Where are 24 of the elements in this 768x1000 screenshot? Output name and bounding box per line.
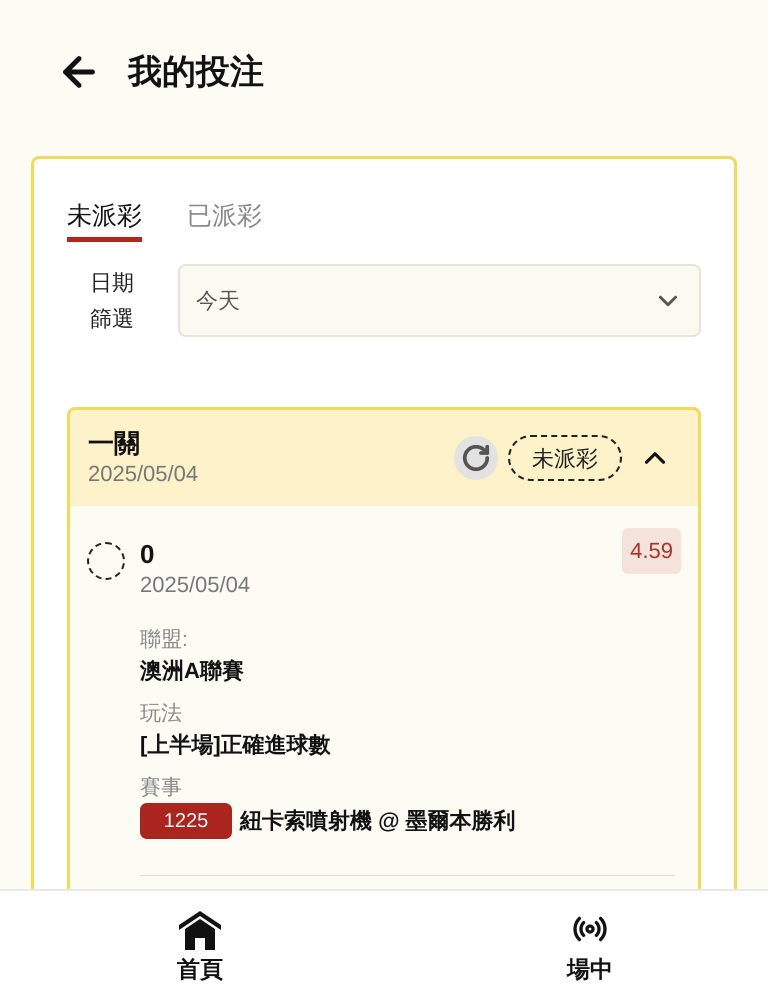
detail-label: 賽事 <box>140 775 182 801</box>
status-badge: 未派彩 <box>508 435 622 481</box>
odds-badge: 4.59 <box>622 528 681 574</box>
detail-value: 澳洲A聯賽 <box>140 657 244 685</box>
nav-item[interactable]: 場中 <box>520 891 660 1000</box>
nav-item[interactable]: 首頁 <box>130 891 270 1000</box>
refresh-button[interactable] <box>454 436 498 480</box>
date-select[interactable]: 今天 <box>178 264 701 337</box>
tab[interactable]: 已派彩 <box>187 199 262 242</box>
pending-status-icon <box>87 542 125 580</box>
tab[interactable]: 未派彩 <box>67 199 142 242</box>
detail-value: 紐卡索噴射機 @ 墨爾本勝利 <box>240 807 516 835</box>
date-filter-label: 日期篩選 <box>89 268 135 332</box>
page-title: 我的投注 <box>128 52 264 92</box>
bet-type-title: 一關 <box>88 427 140 459</box>
selection-date: 2025/05/04 <box>140 571 250 599</box>
home-icon <box>177 908 223 950</box>
detail-label: 聯盟: <box>140 627 188 653</box>
detail-label: 玩法 <box>140 701 182 727</box>
bet-date: 2025/05/04 <box>88 460 198 488</box>
match-number-badge: 1225 <box>140 803 232 839</box>
selection-name: 0 <box>140 538 154 570</box>
refresh-icon <box>461 443 491 473</box>
detail-value: [上半場]正確進球數 <box>140 731 331 759</box>
